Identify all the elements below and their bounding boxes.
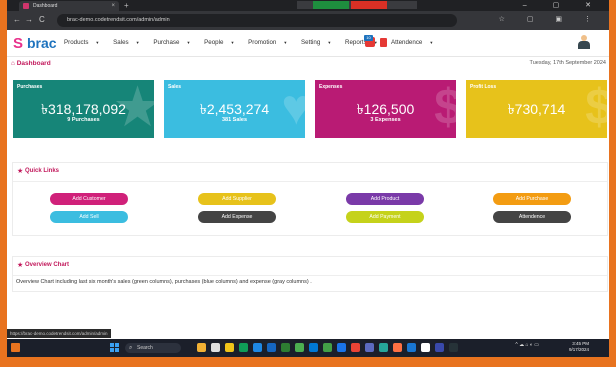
logo-mark: S (13, 35, 24, 52)
app-icon[interactable] (323, 343, 332, 352)
url-field[interactable]: brac-demo.codetrendsit.com/admin/admin (57, 14, 457, 27)
app-icon[interactable] (281, 343, 290, 352)
app-icon[interactable] (393, 343, 402, 352)
notification-badge: 10 (364, 35, 373, 41)
quick-links-title: Quick Links (25, 168, 60, 174)
menu-attendence[interactable]: Attendence ▼ (391, 39, 439, 46)
reload-icon[interactable]: C (39, 15, 45, 24)
trash-icon[interactable] (380, 38, 387, 47)
menu-sales[interactable]: Sales ▼ (113, 39, 145, 46)
overview-description: Overview Chart including last six month'… (16, 279, 312, 285)
card-profit-loss: $ Profit Loss ৳730,714 (466, 80, 607, 138)
card-label: Expenses (319, 84, 343, 90)
app-navbar: S brac Products ▼ Sales ▼ Purchase ▼ People… (7, 30, 609, 57)
taskbar-clock[interactable]: 3:45 PM 9/17/2024 (569, 341, 589, 353)
add-purchase-button[interactable]: Add Purchase (493, 193, 571, 205)
attendence-button[interactable]: Attendence (493, 211, 571, 223)
divider (13, 181, 607, 182)
link-status-bar: https://brac-demo.codetrendsit.com/admin… (7, 329, 111, 338)
tab-close-icon[interactable]: × (111, 1, 115, 11)
card-subtitle: 381 Sales (221, 117, 248, 123)
search-icon: ⌕ (129, 345, 133, 351)
add-supplier-button[interactable]: Add Supplier (198, 193, 276, 205)
star-icon: ★ (17, 262, 24, 269)
browser-toolbar-icons[interactable]: ☆ ▢ ▣ ⋮ (499, 15, 601, 23)
browser-tab-dashboard[interactable]: Dashboard × (19, 1, 119, 11)
overview-chart-panel: ★ Overview Chart Overview Chart includin… (12, 256, 608, 292)
edge-icon[interactable] (253, 343, 262, 352)
browser-tab-bar: Dashboard × + – ▢ ✕ (7, 0, 609, 11)
overview-title: Overview Chart (25, 262, 70, 268)
add-customer-button[interactable]: Add Customer (50, 193, 128, 205)
app-icon[interactable] (449, 343, 458, 352)
card-subtitle: 3 Expenses (370, 117, 401, 123)
windows-start-icon[interactable] (110, 343, 120, 353)
tab-favicon-icon (23, 3, 29, 9)
logo-text: brac (27, 35, 57, 51)
add-payment-button[interactable]: Add Payment (346, 211, 424, 223)
taskbar-search[interactable]: ⌕ Search (125, 343, 181, 353)
menu-products[interactable]: Products ▼ (64, 39, 105, 46)
app-icon[interactable] (197, 343, 206, 352)
card-amount: ৳730,714 (507, 101, 566, 117)
tab-title: Dashboard (33, 3, 58, 9)
user-avatar-icon[interactable] (578, 35, 590, 49)
card-label: Purchases (17, 84, 43, 90)
screen: Dashboard × + – ▢ ✕ ← → C brac-demo.code… (7, 0, 609, 357)
new-tab-button[interactable]: + (124, 0, 129, 11)
back-icon[interactable]: ← (13, 15, 21, 24)
app-icon[interactable] (421, 343, 430, 352)
file-explorer-icon[interactable] (225, 343, 234, 352)
menu-purchase[interactable]: Purchase ▼ (153, 39, 196, 46)
app-icon[interactable] (239, 343, 248, 352)
app-icon[interactable] (267, 343, 276, 352)
address-bar-row: ← → C brac-demo.codetrendsit.com/admin/a… (7, 11, 609, 30)
page-title: ⌂ Dashboard (11, 60, 51, 67)
recording-stop[interactable] (351, 1, 387, 9)
card-label: Sales (168, 84, 182, 90)
menu-setting[interactable]: Setting ▼ (301, 39, 337, 46)
app-icon[interactable] (295, 343, 304, 352)
app-icon[interactable] (337, 343, 346, 352)
quick-links-panel: ★ Quick Links Add Customer Add Supplier … (12, 162, 608, 236)
app-icon[interactable] (365, 343, 374, 352)
divider (13, 275, 607, 276)
chrome-icon[interactable] (351, 343, 360, 352)
card-sales: ♥ Sales ৳2,453,274 381 Sales (164, 80, 305, 138)
menu-people[interactable]: People ▼ (204, 39, 240, 46)
dashboard-header: ⌂ Dashboard Tuesday, 17th September 2024 (7, 57, 609, 71)
system-tray-icons[interactable]: ^ ☁ ⌂ ◐ ▭ (515, 342, 539, 348)
forward-icon[interactable]: → (25, 15, 33, 24)
card-purchases: ★ Purchases ৳318,178,092 9 Purchases (13, 80, 154, 138)
star-icon: ★ (17, 168, 24, 175)
add-product-button[interactable]: Add Product (346, 193, 424, 205)
app-icon[interactable] (379, 343, 388, 352)
app-icon[interactable] (407, 343, 416, 352)
add-sell-button[interactable]: Add Sell (50, 211, 128, 223)
window-controls[interactable]: – ▢ ✕ (523, 0, 603, 11)
main-menu: Products ▼ Sales ▼ Purchase ▼ People ▼ Promo… (64, 39, 445, 46)
add-expense-button[interactable]: Add Expense (198, 211, 276, 223)
card-expenses: $ Expenses ৳126,500 3 Expenses (315, 80, 456, 138)
widgets-icon[interactable] (11, 343, 20, 352)
card-subtitle: 9 Purchases (67, 117, 100, 123)
app-icon[interactable] (211, 343, 220, 352)
menu-promotion[interactable]: Promotion ▼ (248, 39, 293, 46)
current-date: Tuesday, 17th September 2024 (529, 60, 606, 66)
app-icon[interactable] (309, 343, 318, 352)
recording-indicator (313, 1, 349, 9)
app-icon[interactable] (435, 343, 444, 352)
windows-taskbar: ⌕ Search ^ ☁ ⌂ ◐ ▭ 3:45 PM 9/17/2024 (7, 339, 609, 357)
card-label: Profit Loss (470, 84, 497, 90)
